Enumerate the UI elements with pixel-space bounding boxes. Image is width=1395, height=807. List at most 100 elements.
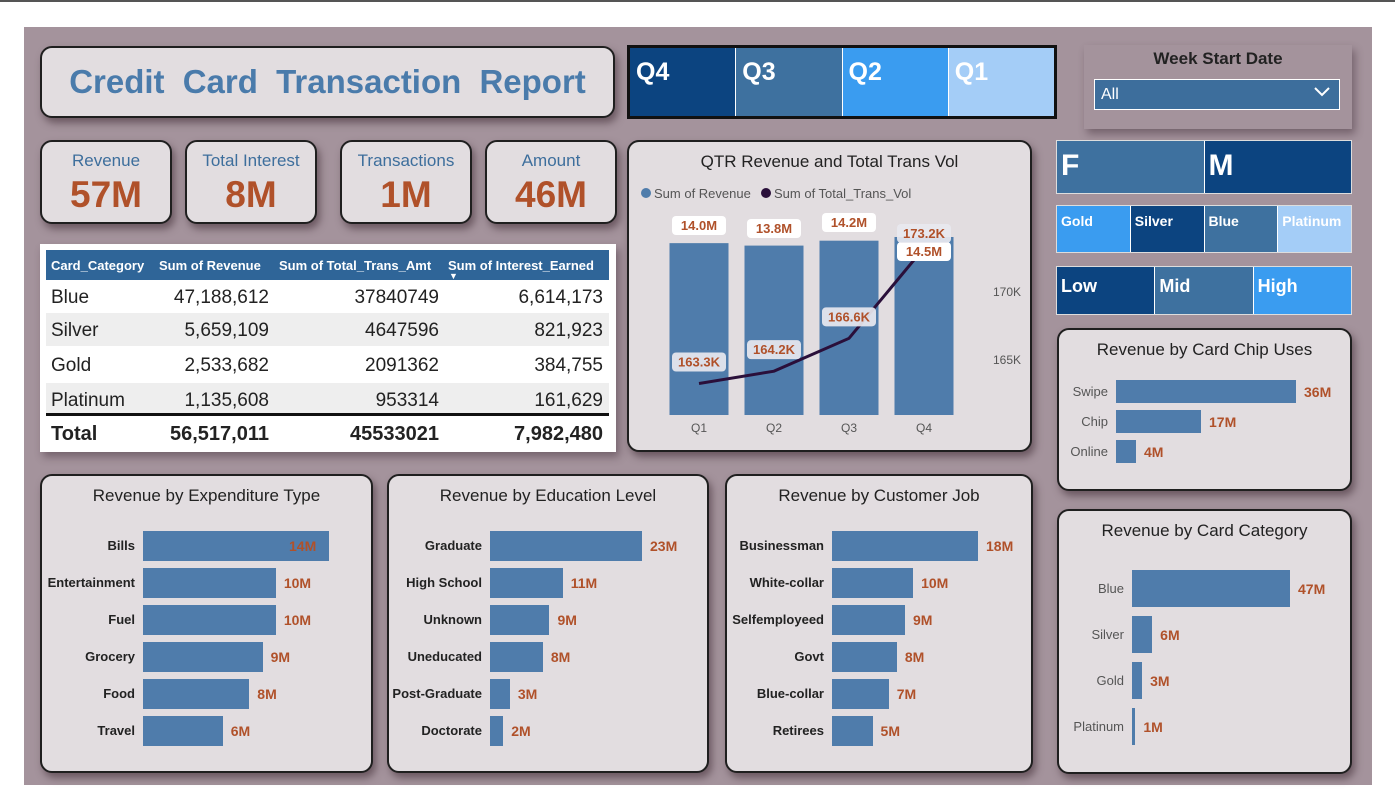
bar[interactable]: [832, 531, 978, 561]
column-header[interactable]: Card_Category: [51, 258, 144, 273]
slicer-quarter-q2[interactable]: Q2: [842, 48, 949, 116]
slicer-income-high[interactable]: High: [1253, 267, 1351, 314]
bar-value-label: 36M: [1304, 383, 1332, 400]
bar[interactable]: [490, 679, 510, 709]
line-data-label: 163.3K: [678, 355, 721, 370]
week-start-date-filter: Week Start Date All: [1084, 45, 1352, 129]
y2-tick-label: 165K: [993, 353, 1021, 367]
bar-category-label: High School: [406, 575, 482, 590]
quarter-slicer: Q4 Q3 Q2 Q1: [627, 45, 1057, 119]
table-row: Blue 47,188,612 37840749 6,614,173: [46, 280, 609, 313]
bar-category-label: Blue-collar: [756, 686, 824, 701]
kpi-value: 8M: [225, 174, 277, 215]
slicer-category-blue[interactable]: Blue: [1204, 206, 1279, 252]
gender-slicer: F M: [1056, 140, 1352, 194]
bar[interactable]: [143, 605, 276, 635]
slicer-category-gold[interactable]: Gold: [1057, 206, 1131, 252]
column-header[interactable]: Sum of Interest_Earned: [448, 258, 594, 273]
table-cell: 161,629: [534, 390, 603, 411]
column-header[interactable]: Sum of Total_Trans_Amt: [279, 258, 431, 273]
bar-category-label: Chip: [1081, 413, 1108, 429]
bar[interactable]: [832, 716, 873, 746]
kpi-label: Amount: [521, 151, 581, 170]
bar-revenue[interactable]: [744, 245, 804, 415]
bar[interactable]: [1132, 616, 1153, 653]
bar-category-label: Uneducated: [407, 649, 482, 664]
bar[interactable]: [490, 716, 504, 746]
table-row: Platinum 1,135,608 953314 161,629: [46, 383, 609, 416]
bar-revenue[interactable]: [819, 240, 879, 415]
bar-value-label: 23M: [650, 538, 678, 554]
table-cell: 7,982,480: [514, 423, 603, 445]
report-title: Credit Card Transaction Report: [69, 63, 586, 100]
bar-revenue[interactable]: [669, 243, 729, 415]
bar[interactable]: [143, 642, 263, 672]
table-cell: Gold: [51, 355, 92, 376]
bar-data-label: 13.8M: [756, 221, 792, 236]
bar[interactable]: [143, 716, 223, 746]
slicer-quarter-q3[interactable]: Q3: [736, 48, 843, 116]
bar-category-label: Gold: [1096, 672, 1124, 688]
legend-label-trans-vol: Sum of Total_Trans_Vol: [774, 186, 911, 201]
bar-value-label: 10M: [921, 575, 949, 591]
table-cell: 47,188,612: [173, 287, 269, 308]
bar[interactable]: [1116, 380, 1296, 403]
kpi-card-total-interest: Total Interest 8M: [185, 140, 317, 224]
slicer-quarter-q4[interactable]: Q4: [630, 48, 737, 116]
slicer-category-platinum[interactable]: Platinum: [1278, 206, 1351, 252]
card-category-bars: Blue 47M Silver 6M Gold 3M Platinum 1M: [1059, 511, 1350, 772]
kpi-value: 57M: [70, 174, 142, 215]
y2-tick-label: 170K: [993, 285, 1021, 299]
bar[interactable]: [490, 605, 550, 635]
bar[interactable]: [490, 568, 563, 598]
table-cell: Platinum: [51, 390, 125, 411]
table-row: Gold 2,533,682 2091362 384,755: [46, 348, 609, 381]
bar[interactable]: [832, 568, 914, 598]
bar-value-label: 5M: [880, 723, 900, 739]
column-header[interactable]: Sum of Revenue: [159, 258, 261, 273]
kpi-card-transactions: Transactions 1M: [340, 140, 472, 224]
bar-revenue[interactable]: [894, 237, 954, 415]
bar[interactable]: [1116, 440, 1136, 463]
bar[interactable]: [832, 605, 905, 635]
bar[interactable]: [1132, 662, 1143, 699]
bar[interactable]: [143, 679, 250, 709]
bar-value-label: 8M: [550, 649, 571, 665]
table-cell: 6,614,173: [518, 287, 603, 308]
kpi-label: Transactions: [357, 151, 455, 170]
bar[interactable]: [1116, 410, 1201, 433]
bar[interactable]: [1132, 708, 1136, 745]
table-cell: 821,923: [534, 320, 603, 341]
bar-category-label: Doctorate: [421, 723, 482, 738]
card-category-table: Card_Category Sum of Revenue Sum of Tota…: [40, 244, 616, 452]
bar-value-label: 4M: [1144, 443, 1164, 460]
bar[interactable]: [832, 679, 889, 709]
bar[interactable]: [143, 568, 276, 598]
slicer-quarter-q1[interactable]: Q1: [948, 48, 1054, 116]
week-start-date-dropdown[interactable]: All: [1094, 79, 1340, 110]
bar-category-label: Swipe: [1072, 383, 1108, 399]
bar-value-label: 18M: [986, 538, 1014, 554]
revenue-by-card-chip-uses-chart: Revenue by Card Chip Uses Swipe 36M Chip 17…: [1057, 328, 1352, 491]
kpi-label: Total Interest: [202, 151, 300, 170]
slicer-gender-f[interactable]: F: [1057, 141, 1205, 193]
table-cell: 1,135,608: [184, 390, 269, 411]
line-trans-vol[interactable]: [698, 246, 926, 385]
table-cell: Blue: [51, 287, 90, 308]
bar-category-label: Selfemployeed: [732, 612, 824, 627]
revenue-by-customer-job-chart: Revenue by Customer Job Businessman 18M Wh…: [725, 474, 1033, 773]
line-data-label: 164.2K: [753, 342, 796, 357]
slicer-category-silver[interactable]: Silver: [1130, 206, 1205, 252]
bar[interactable]: [1132, 570, 1290, 607]
bar-value-label: 9M: [913, 612, 933, 628]
slicer-gender-m[interactable]: M: [1204, 141, 1351, 193]
customer-job-bars: Businessman 18M White-collar 10M Selfemploye…: [727, 476, 1031, 771]
education-level-bars: Graduate 23M High School 11M Unknown 9M Uneduc…: [389, 476, 707, 771]
bar[interactable]: [490, 642, 543, 672]
slicer-income-mid[interactable]: Mid: [1155, 267, 1254, 314]
combo-chart-svg: Sum of Revenue Sum of Total_Trans_Vol Q1 Q2…: [641, 186, 1021, 435]
bar-category-label: Post-Graduate: [392, 686, 482, 701]
bar[interactable]: [490, 531, 642, 561]
bar[interactable]: [832, 642, 897, 672]
slicer-income-low[interactable]: Low: [1057, 267, 1156, 314]
